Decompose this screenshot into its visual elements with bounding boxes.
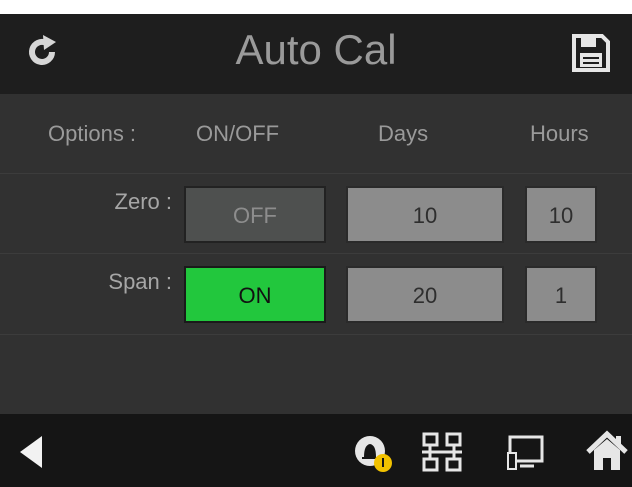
- header-bar: Auto Cal: [0, 14, 632, 94]
- zero-hours-field[interactable]: 10: [525, 186, 597, 243]
- options-header-row: Options : ON/OFF Days Hours: [0, 94, 632, 174]
- onoff-column-header: ON/OFF: [196, 121, 280, 146]
- span-row: Span : ON 20 1: [0, 254, 632, 335]
- empty-row: [0, 335, 632, 414]
- page-title: Auto Cal: [235, 26, 397, 73]
- monitor-icon[interactable]: [504, 432, 546, 474]
- hours-column-header: Hours: [530, 121, 589, 146]
- span-hours-field[interactable]: 1: [525, 266, 597, 323]
- floppy-disk-icon[interactable]: [568, 30, 614, 76]
- footer-bar: [0, 414, 632, 487]
- auto-cal-screen: Auto Cal Options : ON/OFF Days Hours Zer…: [0, 14, 632, 487]
- span-days-field[interactable]: 20: [346, 266, 504, 323]
- home-icon[interactable]: [584, 428, 630, 474]
- span-label: Span :: [108, 269, 172, 294]
- back-arrow-icon[interactable]: [16, 432, 48, 472]
- zero-label: Zero :: [114, 189, 172, 214]
- options-label: Options :: [48, 121, 137, 146]
- zero-row: Zero : OFF 10 10: [0, 174, 632, 254]
- zero-toggle-button[interactable]: OFF: [184, 186, 326, 243]
- zero-days-field[interactable]: 10: [346, 186, 504, 243]
- span-toggle-button[interactable]: ON: [184, 266, 326, 323]
- network-icon[interactable]: [420, 430, 464, 474]
- alarm-bell-icon[interactable]: [352, 432, 396, 474]
- days-column-header: Days: [378, 121, 429, 146]
